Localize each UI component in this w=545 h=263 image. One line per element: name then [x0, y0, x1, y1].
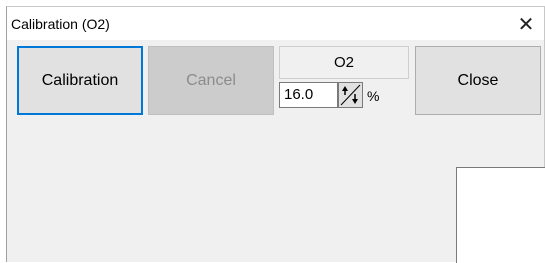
unit-label: % — [367, 88, 380, 104]
calibration-window: Calibration (O2) ✕ Calibration Cancel O2… — [6, 6, 545, 263]
calibration-value-input[interactable]: 16.0 — [279, 82, 338, 108]
calibration-button[interactable]: Calibration — [17, 46, 143, 115]
close-icon[interactable]: ✕ — [514, 13, 538, 36]
cancel-button[interactable]: Cancel — [148, 46, 274, 115]
close-button[interactable]: Close — [415, 46, 541, 115]
preview-panel — [456, 167, 545, 263]
dialog-client-area: Calibration Cancel O2 16.0 % Close — [7, 40, 545, 263]
up-down-spin-icon[interactable] — [338, 82, 363, 108]
title-bar: Calibration (O2) ✕ — [7, 7, 544, 40]
gas-name-label: O2 — [279, 46, 409, 79]
window-title: Calibration (O2) — [11, 16, 110, 32]
